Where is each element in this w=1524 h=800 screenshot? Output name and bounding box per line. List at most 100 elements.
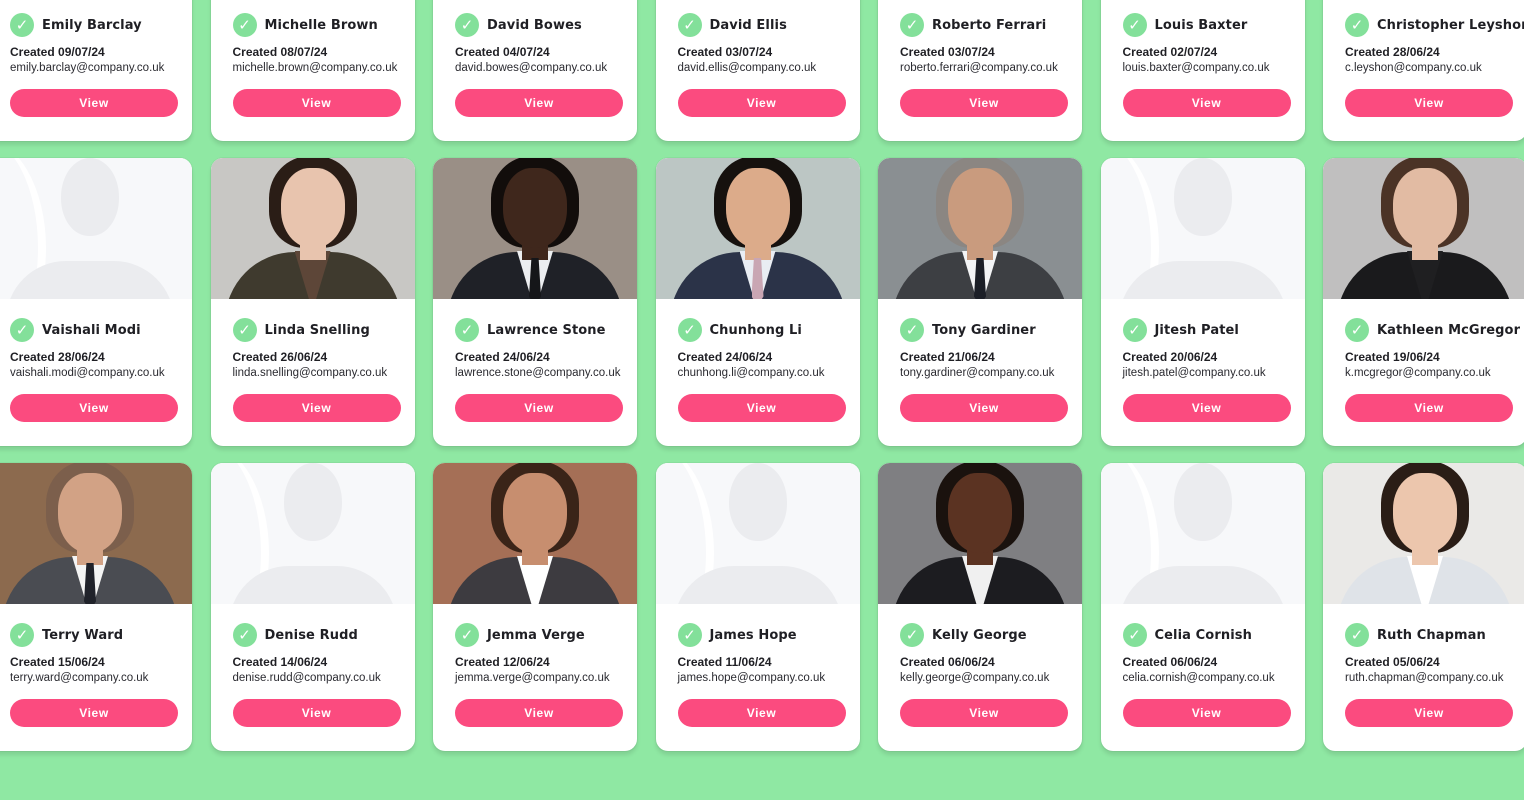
view-button[interactable]: View — [1122, 89, 1291, 117]
user-info: ✓ Terry Ward Created 15/06/24 terry.ward… — [0, 623, 192, 727]
view-button[interactable]: View — [455, 89, 623, 117]
user-name: Denise Rudd — [264, 627, 358, 643]
view-button[interactable]: View — [455, 394, 623, 422]
name-row: ✓ Roberto Ferrari — [900, 13, 1082, 37]
verified-check-icon: ✓ — [677, 623, 702, 647]
user-info: ✓ Chunhong Li Created 24/06/24 chunhong.… — [656, 318, 860, 422]
user-silhouette-icon — [0, 158, 192, 299]
view-button[interactable]: View — [232, 89, 401, 117]
verified-check-icon: ✓ — [10, 623, 34, 647]
name-row: ✓ Tony Gardiner — [900, 318, 1082, 342]
view-button[interactable]: View — [1345, 394, 1513, 422]
user-name: Emily Barclay — [42, 17, 142, 33]
user-card-7: ✓ Christopher Leyshon Created 28/06/24 c… — [1323, 0, 1524, 141]
name-row: ✓ Kathleen McGregor — [1345, 318, 1524, 342]
verified-check-icon: ✓ — [900, 318, 924, 342]
view-button[interactable]: View — [1122, 699, 1291, 727]
user-card-11: ✓ Chunhong Li Created 24/06/24 chunhong.… — [655, 158, 860, 446]
profile-photo — [878, 463, 1082, 604]
view-button[interactable]: View — [10, 394, 178, 422]
placeholder-photo — [0, 158, 192, 299]
view-button[interactable]: View — [1122, 394, 1291, 422]
placeholder-photo — [655, 463, 860, 604]
view-button[interactable]: View — [455, 699, 623, 727]
profile-photo-image — [1323, 463, 1524, 604]
user-card-3: ✓ David Bowes Created 04/07/24 david.bow… — [433, 0, 637, 141]
view-button[interactable]: View — [900, 394, 1068, 422]
user-email: jitesh.patel@company.co.uk — [1122, 367, 1266, 379]
user-info: ✓ Jitesh Patel Created 20/06/24 jitesh.p… — [1101, 318, 1305, 422]
name-row: ✓ Linda Snelling — [232, 318, 415, 342]
user-email: kelly.george@company.co.uk — [900, 672, 1050, 684]
user-email: tony.gardiner@company.co.uk — [900, 367, 1055, 379]
user-email: denise.rudd@company.co.uk — [232, 672, 381, 684]
placeholder-photo — [1100, 463, 1305, 604]
verified-check-icon: ✓ — [677, 13, 702, 37]
name-row: ✓ Lawrence Stone — [455, 318, 637, 342]
created-date: Created 05/06/24 — [1345, 655, 1440, 669]
view-button[interactable]: View — [10, 89, 178, 117]
user-info: ✓ Kathleen McGregor Created 19/06/24 k.m… — [1323, 318, 1524, 422]
user-name: Terry Ward — [42, 627, 124, 643]
view-button[interactable]: View — [232, 394, 401, 422]
profile-photo-image — [878, 158, 1082, 299]
user-name: Tony Gardiner — [932, 322, 1036, 338]
profile-photo-image — [1323, 158, 1524, 299]
user-card-15: ✓ Terry Ward Created 15/06/24 terry.ward… — [0, 463, 192, 751]
verified-check-icon: ✓ — [900, 13, 924, 37]
user-email: david.bowes@company.co.uk — [455, 62, 608, 74]
created-date: Created 24/06/24 — [677, 350, 773, 364]
user-email: michelle.brown@company.co.uk — [232, 62, 398, 74]
user-email: k.mcgregor@company.co.uk — [1345, 367, 1491, 379]
name-row: ✓ Terry Ward — [10, 623, 192, 647]
user-info: ✓ Vaishali Modi Created 28/06/24 vaishal… — [0, 318, 192, 422]
name-row: ✓ Jitesh Patel — [1122, 318, 1305, 342]
name-row: ✓ David Ellis — [677, 13, 860, 37]
verified-check-icon: ✓ — [1122, 623, 1147, 647]
user-name: Jemma Verge — [487, 627, 585, 643]
user-name: Kelly George — [932, 627, 1027, 643]
profile-photo-image — [655, 158, 860, 299]
user-info: ✓ Michelle Brown Created 08/07/24 michel… — [211, 13, 415, 117]
created-date: Created 14/06/24 — [232, 655, 328, 669]
profile-photo-image — [878, 463, 1082, 604]
created-date: Created 26/06/24 — [232, 350, 328, 364]
created-date: Created 28/06/24 — [10, 350, 105, 364]
view-button[interactable]: View — [677, 89, 846, 117]
name-row: ✓ Christopher Leyshon — [1345, 13, 1524, 37]
created-date: Created 09/07/24 — [10, 45, 105, 59]
user-info: ✓ Louis Baxter Created 02/07/24 louis.ba… — [1101, 13, 1305, 117]
view-button[interactable]: View — [1345, 89, 1513, 117]
verified-check-icon: ✓ — [10, 13, 34, 37]
name-row: ✓ Denise Rudd — [232, 623, 415, 647]
user-name: Lawrence Stone — [487, 322, 606, 338]
verified-check-icon: ✓ — [1345, 318, 1369, 342]
view-button[interactable]: View — [10, 699, 178, 727]
profile-photo — [878, 158, 1082, 299]
user-card-21: ✓ Ruth Chapman Created 05/06/24 ruth.cha… — [1323, 463, 1524, 751]
name-row: ✓ Louis Baxter — [1122, 13, 1305, 37]
placeholder-photo — [1100, 158, 1305, 299]
user-name: Jitesh Patel — [1154, 322, 1239, 338]
user-info: ✓ Lawrence Stone Created 24/06/24 lawren… — [433, 318, 637, 422]
user-name: Vaishali Modi — [42, 322, 141, 338]
view-button[interactable]: View — [677, 394, 846, 422]
user-email: james.hope@company.co.uk — [677, 672, 826, 684]
user-info: ✓ David Bowes Created 04/07/24 david.bow… — [433, 13, 637, 117]
view-button[interactable]: View — [900, 89, 1068, 117]
view-button[interactable]: View — [677, 699, 846, 727]
verified-check-icon: ✓ — [455, 623, 479, 647]
view-button[interactable]: View — [232, 699, 401, 727]
user-name: Celia Cornish — [1154, 627, 1252, 643]
view-button[interactable]: View — [1345, 699, 1513, 727]
user-name: Christopher Leyshon — [1377, 17, 1524, 33]
user-card-8: ✓ Vaishali Modi Created 28/06/24 vaishal… — [0, 158, 192, 446]
user-name: Kathleen McGregor — [1377, 322, 1521, 338]
user-info: ✓ Linda Snelling Created 26/06/24 linda.… — [211, 318, 415, 422]
view-button[interactable]: View — [900, 699, 1068, 727]
profile-photo-image — [433, 463, 637, 604]
user-card-19: ✓ Kelly George Created 06/06/24 kelly.ge… — [878, 463, 1082, 751]
profile-photo-image — [0, 463, 192, 604]
user-name: Linda Snelling — [264, 322, 370, 338]
user-name: Louis Baxter — [1154, 17, 1248, 33]
